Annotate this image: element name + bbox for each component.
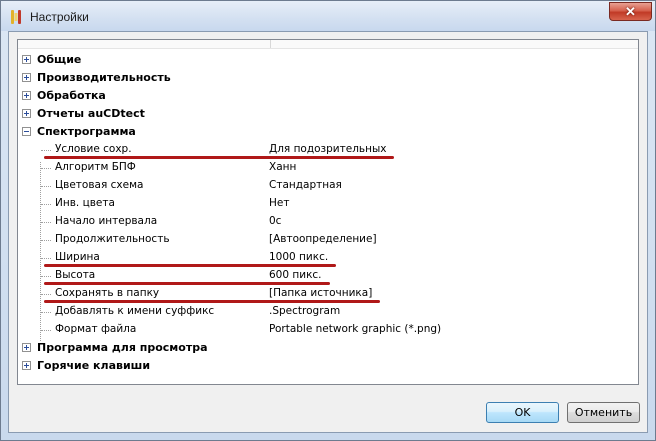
property-value[interactable]: Нет: [269, 197, 289, 209]
property-row[interactable]: Начало интервала 0с: [18, 213, 638, 231]
tree-category-row[interactable]: Обработка: [18, 87, 638, 105]
property-name: Условие сохр.: [55, 143, 132, 155]
tree-branch-line: [41, 312, 51, 313]
tree-branch-line: [41, 222, 51, 223]
property-value[interactable]: 0с: [269, 215, 281, 227]
expand-icon[interactable]: [22, 55, 31, 64]
category-label: Отчеты auCDtect: [37, 107, 145, 120]
property-name: Ширина: [55, 251, 100, 263]
property-name: Алгоритм БПФ: [55, 161, 136, 173]
category-label: Обработка: [37, 89, 106, 102]
category-label: Общие: [37, 53, 82, 66]
property-name: Продолжительность: [55, 233, 170, 245]
tree-branch-line: [41, 294, 51, 295]
property-name: Начало интервала: [55, 215, 158, 227]
tree-category-row[interactable]: Отчеты auCDtect: [18, 105, 638, 123]
settings-window: Настройки ✕ Общие Производительность Обраб…: [0, 0, 656, 441]
tree-branch-line: [41, 186, 51, 187]
property-row[interactable]: Алгоритм БПФ Ханн: [18, 159, 638, 177]
column-header: [18, 40, 638, 49]
ok-button[interactable]: OK: [486, 402, 559, 423]
tree-branch-line: [41, 258, 51, 259]
tree-branch-line: [41, 168, 51, 169]
tree-branch-line: [41, 150, 51, 151]
category-label: Производительность: [37, 71, 171, 84]
expand-icon[interactable]: [22, 343, 31, 352]
property-value[interactable]: [Автоопределение]: [269, 233, 377, 245]
tree-branch-line: [41, 276, 51, 277]
property-value[interactable]: Стандартная: [269, 179, 342, 191]
expand-icon[interactable]: [22, 109, 31, 118]
cancel-button[interactable]: Отменить: [567, 402, 640, 423]
dialog-client-area: Общие Производительность Обработка Отчеты a…: [8, 31, 648, 433]
tree-branch-line: [41, 240, 51, 241]
property-row[interactable]: Добавлять к имени суффикс .Spectrogram: [18, 303, 638, 321]
property-value[interactable]: 600 пикс.: [269, 269, 322, 281]
property-row[interactable]: Инв. цвета Нет: [18, 195, 638, 213]
close-icon: ✕: [625, 4, 636, 19]
property-row[interactable]: Формат файла Portable network graphic (*.…: [18, 321, 638, 339]
settings-tree[interactable]: Общие Производительность Обработка Отчеты a…: [17, 39, 639, 385]
tree-branch-line: [41, 204, 51, 205]
expand-icon[interactable]: [22, 361, 31, 370]
property-name: Высота: [55, 269, 96, 281]
property-value[interactable]: Для подозрительных: [269, 143, 386, 155]
expand-icon[interactable]: [22, 73, 31, 82]
column-separator[interactable]: [270, 40, 271, 48]
tree-category-row[interactable]: Общие: [18, 51, 638, 69]
app-icon: [11, 10, 21, 24]
collapse-icon[interactable]: [22, 127, 31, 136]
property-value[interactable]: 1000 пикс.: [269, 251, 328, 263]
category-label: Спектрограмма: [37, 125, 136, 138]
tree-category-row[interactable]: Горячие клавиши: [18, 357, 638, 375]
property-name: Цветовая схема: [55, 179, 144, 191]
property-name: Инв. цвета: [55, 197, 115, 209]
property-name: Сохранять в папку: [55, 287, 160, 299]
property-value[interactable]: Portable network graphic (*.png): [269, 323, 441, 335]
property-value[interactable]: .Spectrogram: [269, 305, 340, 317]
expand-icon[interactable]: [22, 91, 31, 100]
category-label: Горячие клавиши: [37, 359, 151, 372]
property-name: Добавлять к имени суффикс: [55, 305, 215, 317]
window-title: Настройки: [30, 10, 89, 24]
tree-category-row[interactable]: Спектрограмма: [18, 123, 638, 141]
category-label: Программа для просмотра: [37, 341, 208, 354]
tree-branch-line: [41, 330, 51, 331]
property-row[interactable]: Продолжительность [Автоопределение]: [18, 231, 638, 249]
tree-category-row[interactable]: Программа для просмотра: [18, 339, 638, 357]
property-value[interactable]: Ханн: [269, 161, 296, 173]
tree-category-row[interactable]: Производительность: [18, 69, 638, 87]
property-value[interactable]: [Папка источника]: [269, 287, 372, 299]
title-bar[interactable]: Настройки ✕: [1, 1, 655, 31]
property-row[interactable]: Цветовая схема Стандартная: [18, 177, 638, 195]
property-name: Формат файла: [55, 323, 137, 335]
close-button[interactable]: ✕: [609, 2, 652, 21]
